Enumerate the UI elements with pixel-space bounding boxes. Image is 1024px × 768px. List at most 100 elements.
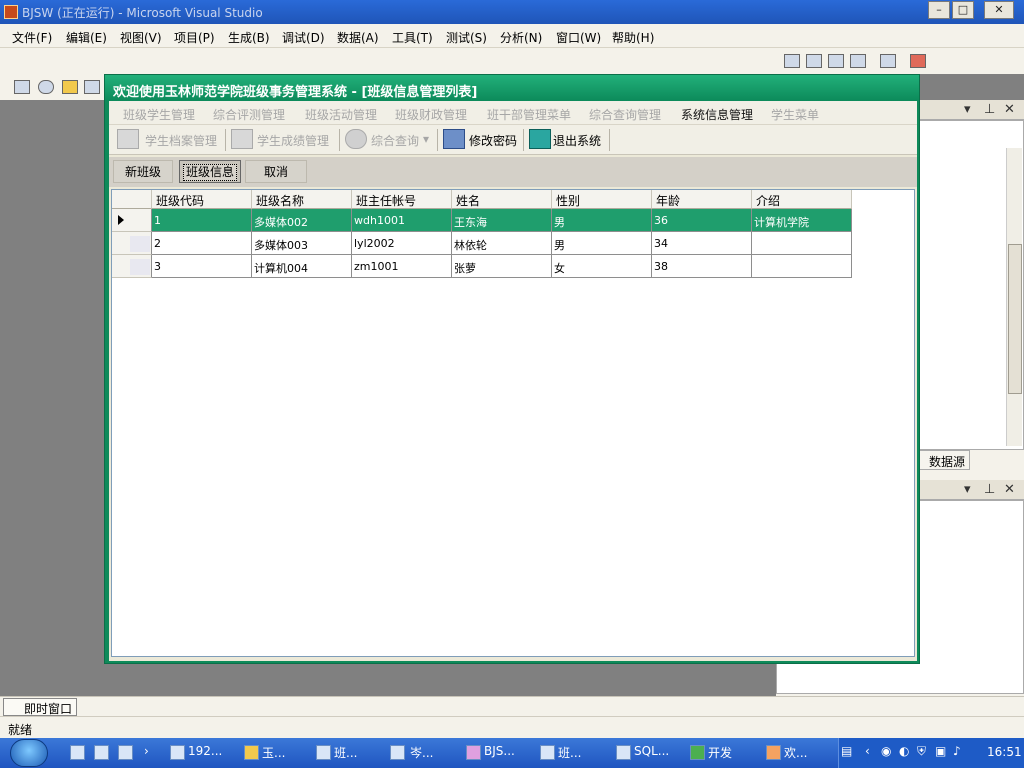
cell-class-code[interactable]: 2 (152, 232, 252, 255)
taskbar-item[interactable]: 班... (334, 744, 357, 761)
chevron-down-icon[interactable]: ▾ (964, 102, 971, 117)
menu-file[interactable]: 文件(F) (12, 29, 52, 46)
module-student-menu[interactable]: 学生菜单 (771, 106, 819, 123)
volume-icon[interactable]: ♪ (953, 744, 961, 758)
student-files-button[interactable]: 学生档案管理 (145, 132, 217, 149)
taskbar-item[interactable]: BJS... (484, 744, 515, 758)
taskbar-item[interactable]: SQL... (634, 744, 669, 758)
module-system-info[interactable]: 系统信息管理 (681, 106, 753, 123)
tray-icon[interactable]: ◐ (899, 744, 909, 758)
toolbar-icon[interactable] (84, 80, 100, 94)
new-class-button[interactable]: 新班级 (113, 160, 173, 183)
close-icon[interactable]: ✕ (1004, 482, 1015, 497)
vertical-scrollbar[interactable] (1006, 148, 1022, 446)
keyboard-icon[interactable]: ▤ (841, 744, 852, 758)
menu-test[interactable]: 测试(S) (446, 29, 487, 46)
chevron-down-icon[interactable]: ▾ (964, 482, 971, 497)
datasource-tab[interactable]: 数据源 (916, 450, 970, 470)
module-activities[interactable]: 班级活动管理 (305, 106, 377, 123)
menu-debug[interactable]: 调试(D) (282, 29, 325, 46)
shield-icon[interactable]: ⛨ (917, 744, 926, 759)
column-header[interactable]: 班级代码 (152, 190, 252, 209)
module-query[interactable]: 综合查询管理 (589, 106, 661, 123)
cell-name[interactable]: 林依轮 (452, 232, 552, 255)
change-password-button[interactable]: 修改密码 (469, 132, 517, 149)
class-data-grid[interactable]: 班级代码 班级名称 班主任帐号 姓名 性别 年龄 介绍 1 多媒体002 wdh… (111, 189, 915, 657)
menu-build[interactable]: 生成(B) (228, 29, 270, 46)
cell-teacher-account[interactable]: wdh1001 (352, 209, 452, 232)
chevron-down-icon[interactable]: ▾ (423, 132, 429, 146)
taskbar-item[interactable]: 开发 (708, 744, 732, 761)
immediate-window-tab[interactable]: 即时窗口 (3, 698, 78, 716)
cell-age[interactable]: 38 (652, 255, 752, 278)
menu-analyze[interactable]: 分析(N) (500, 29, 542, 46)
taskbar-item[interactable]: 岑... (410, 744, 433, 761)
cell-teacher-account[interactable]: lyl2002 (352, 232, 452, 255)
column-header[interactable]: 性别 (552, 190, 652, 209)
network-icon[interactable]: ▣ (935, 744, 946, 758)
column-header[interactable]: 介绍 (752, 190, 852, 209)
cell-name[interactable]: 王东海 (452, 209, 552, 232)
menu-view[interactable]: 视图(V) (120, 29, 162, 46)
cell-class-name[interactable]: 计算机004 (252, 255, 352, 278)
toolbar-icon[interactable] (784, 54, 800, 68)
tray-icon[interactable]: ◉ (881, 744, 891, 758)
chevron-left-icon[interactable]: ‹ (865, 744, 870, 758)
cell-name[interactable]: 张萝 (452, 255, 552, 278)
cell-class-code[interactable]: 1 (152, 209, 252, 232)
menu-window[interactable]: 窗口(W) (556, 29, 601, 46)
class-info-button[interactable]: 班级信息 (179, 160, 241, 183)
taskbar-item[interactable]: 玉... (262, 744, 285, 761)
module-cadres[interactable]: 班干部管理菜单 (487, 106, 571, 123)
module-finance[interactable]: 班级财政管理 (395, 106, 467, 123)
taskbar-item[interactable]: 欢... (784, 744, 807, 761)
cell-intro[interactable] (752, 255, 852, 278)
row-header[interactable] (112, 209, 152, 232)
cell-gender[interactable]: 女 (552, 255, 652, 278)
desktop-icon[interactable] (94, 745, 109, 760)
menu-help[interactable]: 帮助(H) (612, 29, 654, 46)
cell-class-name[interactable]: 多媒体002 (252, 209, 352, 232)
pin-icon[interactable]: ⊥ (984, 102, 995, 117)
module-evaluation[interactable]: 综合评测管理 (213, 106, 285, 123)
toolbar-icon[interactable] (38, 80, 54, 94)
cell-gender[interactable]: 男 (552, 232, 652, 255)
combined-query-button[interactable]: 综合查询 (371, 132, 419, 149)
maximize-button[interactable]: □ (952, 1, 974, 19)
toolbar-icon[interactable] (828, 54, 844, 68)
cell-intro[interactable] (752, 232, 852, 255)
clock[interactable]: 16:51 (987, 745, 1022, 759)
column-header[interactable]: 年龄 (652, 190, 752, 209)
cell-age[interactable]: 36 (652, 209, 752, 232)
menu-tools[interactable]: 工具(T) (392, 29, 433, 46)
scrollbar-thumb[interactable] (1008, 244, 1022, 394)
cell-age[interactable]: 34 (652, 232, 752, 255)
module-class-students[interactable]: 班级学生管理 (123, 106, 195, 123)
toolbar-icon[interactable] (910, 54, 926, 68)
ie-icon[interactable] (70, 745, 85, 760)
cancel-button[interactable]: 取消 (245, 160, 307, 183)
app-icon[interactable] (118, 745, 133, 760)
chevron-right-icon[interactable]: › (144, 744, 149, 758)
cell-class-code[interactable]: 3 (152, 255, 252, 278)
menu-project[interactable]: 项目(P) (174, 29, 215, 46)
cell-intro[interactable]: 计算机学院 (752, 209, 852, 232)
row-header[interactable] (112, 255, 152, 278)
student-scores-button[interactable]: 学生成绩管理 (257, 132, 329, 149)
menu-data[interactable]: 数据(A) (337, 29, 379, 46)
menu-edit[interactable]: 编辑(E) (66, 29, 107, 46)
folder-icon[interactable] (62, 80, 78, 94)
close-button[interactable]: ✕ (984, 1, 1014, 19)
toolbar-icon[interactable] (14, 80, 30, 94)
row-header[interactable] (112, 232, 152, 255)
column-header[interactable]: 姓名 (452, 190, 552, 209)
start-button[interactable] (10, 739, 48, 767)
minimize-button[interactable]: – (928, 1, 950, 19)
cell-gender[interactable]: 男 (552, 209, 652, 232)
exit-system-button[interactable]: 退出系统 (553, 132, 601, 149)
toolbar-icon[interactable] (850, 54, 866, 68)
close-icon[interactable]: ✕ (1004, 102, 1015, 117)
taskbar-item[interactable]: 班... (558, 744, 581, 761)
cell-teacher-account[interactable]: zm1001 (352, 255, 452, 278)
toolbar-icon[interactable] (880, 54, 896, 68)
